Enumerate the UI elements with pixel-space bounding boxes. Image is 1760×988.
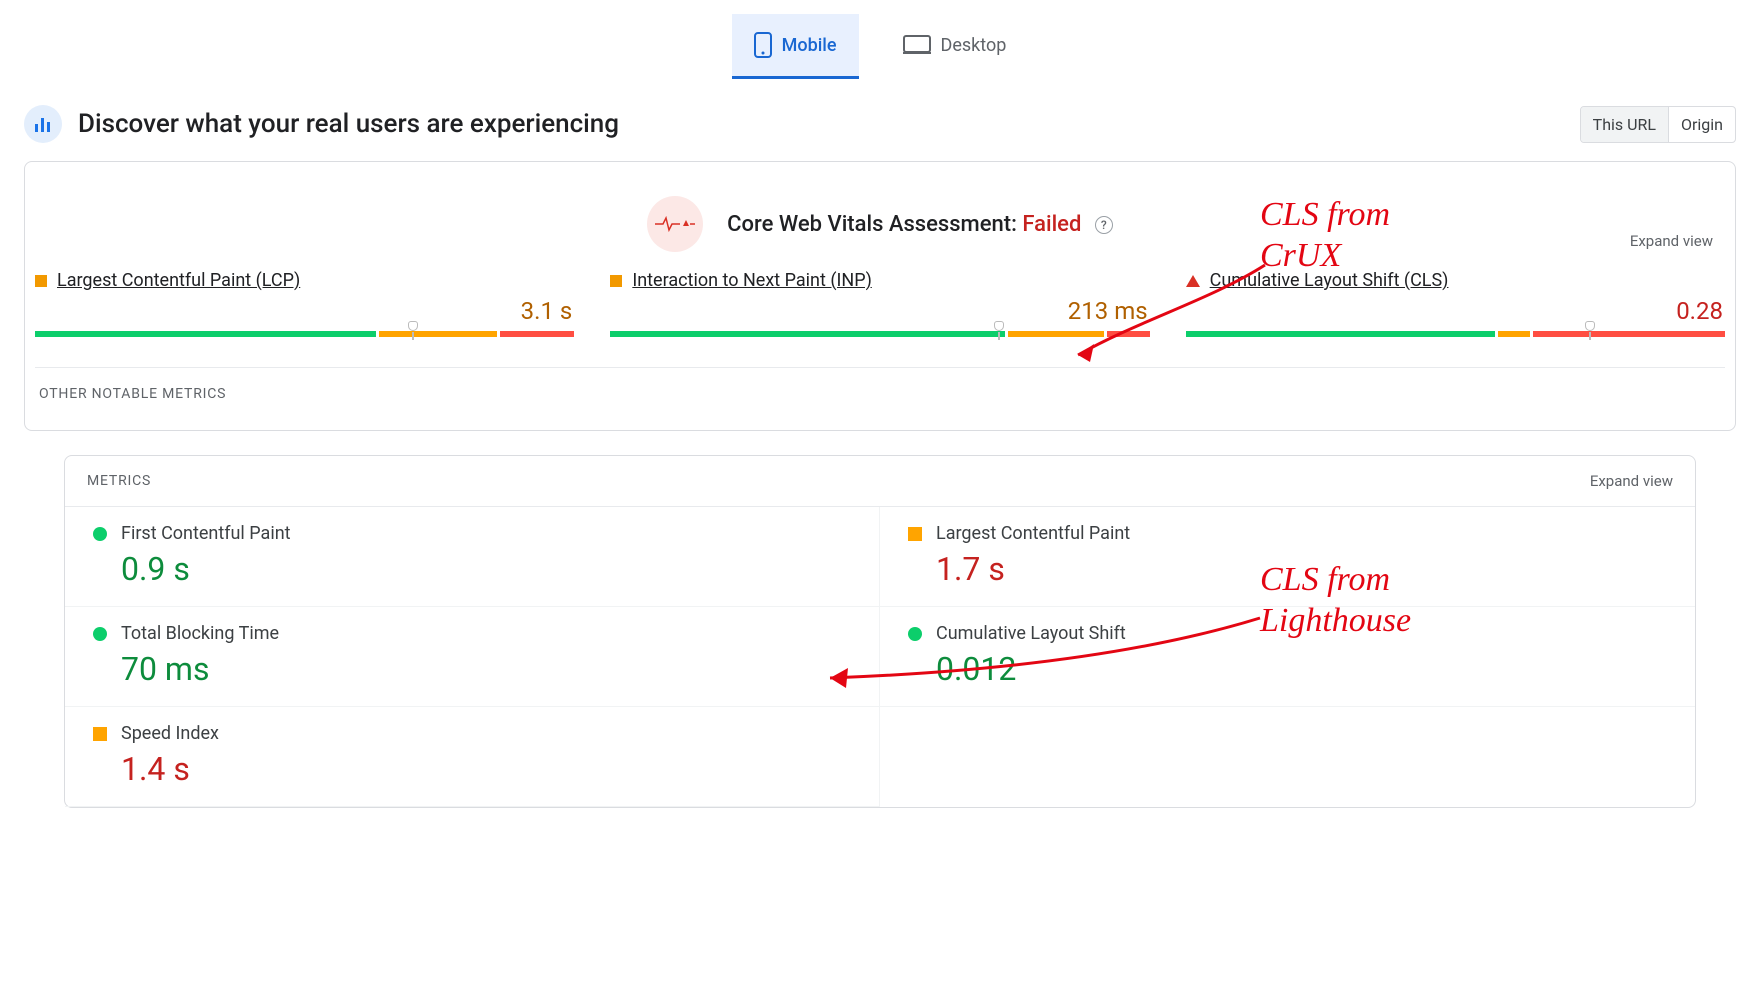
dist-segment [1498,331,1530,337]
metric-name: Largest Contentful Paint [936,523,1130,544]
metric-value: 0.9 s [93,550,851,588]
seg-this-url[interactable]: This URL [1581,107,1668,142]
tab-mobile-label: Mobile [782,35,837,56]
help-icon[interactable]: ? [1095,216,1113,234]
cwv-pin [1585,321,1595,331]
dist-segment [35,331,376,337]
metric-cell: Total Blocking Time 70 ms [65,607,880,707]
cwv-name-link[interactable]: Largest Contentful Paint (LCP) [57,270,300,291]
mobile-icon [754,32,772,58]
discover-header: Discover what your real users are experi… [24,105,1736,143]
seg-origin[interactable]: Origin [1669,107,1735,142]
cwv-value: 3.1 s [35,291,574,331]
cwv-dist-bar [610,331,1149,337]
dist-segment [610,331,1005,337]
metric-name: Speed Index [121,723,219,744]
metric-cell: First Contentful Paint 0.9 s [65,507,880,607]
desktop-icon [903,34,931,56]
metric-value: 1.4 s [93,750,851,788]
crux-panel: Core Web Vitals Assessment: Failed ? Exp… [24,161,1736,431]
dist-segment [1186,331,1495,337]
triangle-icon [1186,275,1200,287]
square-icon [908,527,922,541]
tab-mobile[interactable]: Mobile [732,14,859,79]
metric-name: First Contentful Paint [121,523,291,544]
assessment-label: Core Web Vitals Assessment: [727,212,1022,237]
circle-icon [908,627,922,641]
cwv-dist-bar [35,331,574,337]
dist-segment [500,331,575,337]
dist-segment [1533,331,1725,337]
cwv-pin [408,321,418,331]
scope-segmented: This URL Origin [1580,106,1736,143]
circle-icon [93,527,107,541]
square-icon [610,275,622,287]
dist-segment [1107,331,1150,337]
square-icon [93,727,107,741]
metrics-head: METRICS Expand view [65,456,1695,507]
cwv-metrics-row: Largest Contentful Paint (LCP) 3.1 s Int… [25,262,1735,367]
cwv-card: Cumulative Layout Shift (CLS) 0.28 [1186,270,1725,337]
tab-desktop-label: Desktop [941,35,1007,56]
cwv-name-link[interactable]: Interaction to Next Paint (INP) [632,270,872,291]
circle-icon [93,627,107,641]
assessment-status: Failed [1022,212,1081,237]
pulse-icon [647,196,703,252]
cwv-card: Largest Contentful Paint (LCP) 3.1 s [35,270,574,337]
header-chart-icon [24,105,62,143]
metric-value: 0.012 [908,650,1667,688]
cwv-name-link[interactable]: Cumulative Layout Shift (CLS) [1210,270,1449,291]
tab-desktop[interactable]: Desktop [881,14,1029,79]
metrics-heading: METRICS [87,473,151,489]
other-metrics-heading: OTHER NOTABLE METRICS [25,368,1735,430]
cwv-pin [994,321,1004,331]
dist-segment [1008,331,1104,337]
lighthouse-panel: METRICS Expand view First Contentful Pai… [64,455,1696,808]
metrics-grid: First Contentful Paint 0.9 s Largest Con… [65,507,1695,807]
page-title: Discover what your real users are experi… [78,109,619,139]
cwv-card: Interaction to Next Paint (INP) 213 ms [610,270,1149,337]
metrics-expand-link[interactable]: Expand view [1590,472,1673,490]
metric-name: Cumulative Layout Shift [936,623,1126,644]
expand-view-link[interactable]: Expand view [1630,232,1713,250]
dist-segment [379,331,496,337]
metric-cell: Cumulative Layout Shift 0.012 [880,607,1695,707]
metric-cell: Speed Index 1.4 s [65,707,880,807]
device-tabs: Mobile Desktop [24,14,1736,105]
square-icon [35,275,47,287]
cwv-value: 0.28 [1186,291,1725,331]
assessment-text: Core Web Vitals Assessment: Failed ? [727,212,1113,237]
metric-value: 1.7 s [908,550,1667,588]
metric-cell: Largest Contentful Paint 1.7 s [880,507,1695,607]
cwv-value: 213 ms [610,291,1149,331]
metric-name: Total Blocking Time [121,623,279,644]
cwv-assessment: Core Web Vitals Assessment: Failed ? Exp… [25,162,1735,262]
cwv-dist-bar [1186,331,1725,337]
metric-value: 70 ms [93,650,851,688]
